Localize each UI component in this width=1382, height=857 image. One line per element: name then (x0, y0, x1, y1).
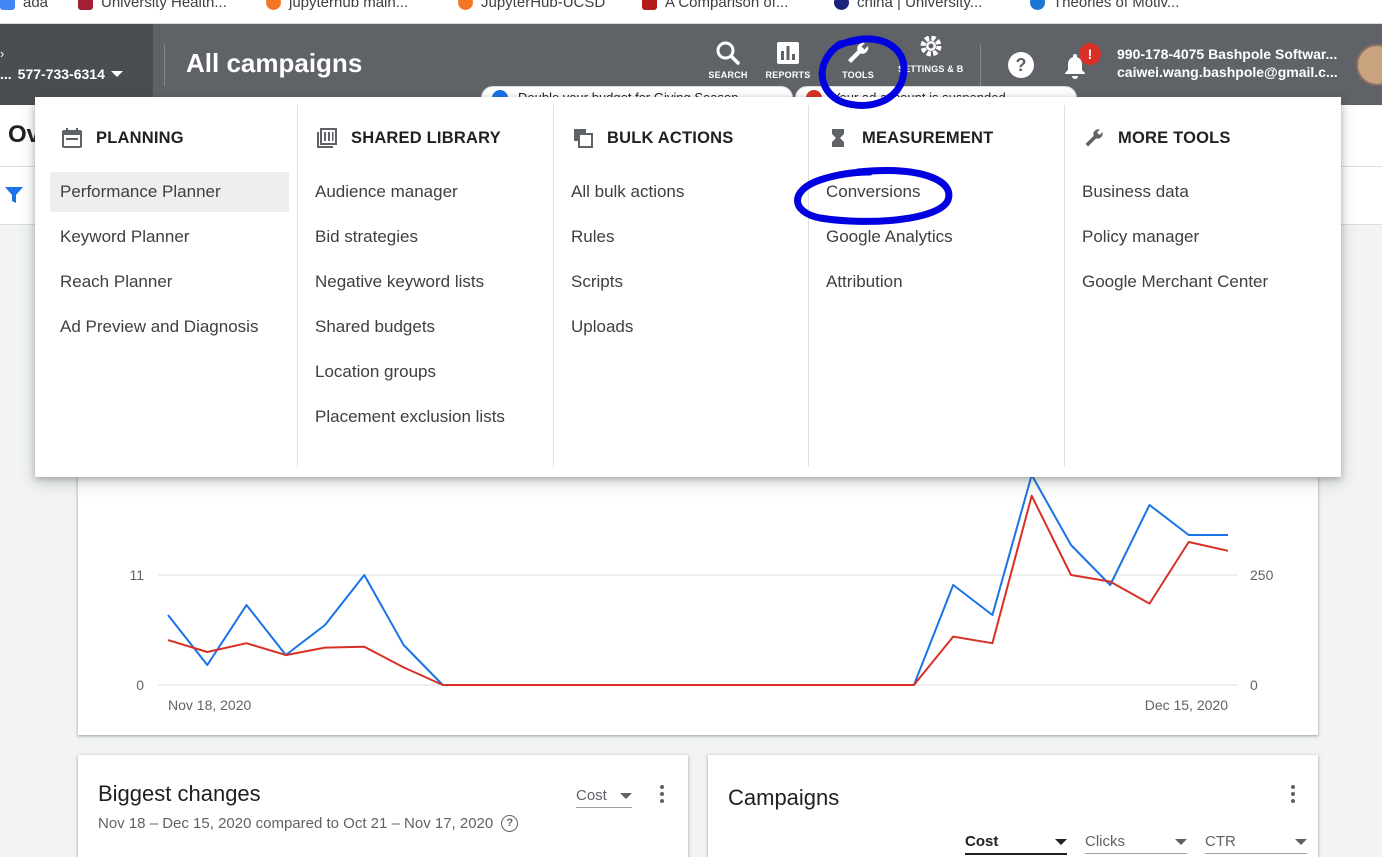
wrench-icon (1085, 129, 1103, 147)
campaigns-title: Campaigns (728, 785, 840, 810)
left-axis-tick-zero: 0 (136, 677, 144, 693)
menu-item-performance-planner[interactable]: Performance Planner (50, 172, 289, 212)
wrench-icon (848, 42, 869, 63)
caret-down-icon (110, 71, 123, 77)
filter-icon[interactable] (4, 185, 24, 205)
chart-series-line-0 (167, 474, 1228, 686)
menu-heading-measurement: MEASUREMENT (827, 127, 993, 149)
menu-item-location-groups[interactable]: Location groups (305, 352, 436, 392)
gear-icon (920, 36, 942, 57)
dropdown-arrow-icon (1295, 838, 1307, 845)
divider (164, 44, 165, 86)
x-axis-start-label: Nov 18, 2020 (168, 697, 251, 713)
menu-item-bid-strategies[interactable]: Bid strategies (305, 217, 418, 257)
menu-heading-bulk-actions: BULK ACTIONS (572, 127, 733, 149)
menu-item-conversions[interactable]: Conversions (816, 172, 921, 212)
calendar-icon (62, 128, 82, 148)
menu-heading-more-tools: MORE TOOLS (1083, 127, 1231, 149)
menu-column-more-tools: MORE TOOLS Business data Policy manager … (1057, 97, 1327, 467)
bar-chart-icon (777, 42, 799, 64)
menu-item-all-bulk-actions[interactable]: All bulk actions (561, 172, 684, 212)
date-range-comparison: Nov 18 – Dec 15, 2020 compared to Oct 21… (98, 815, 519, 832)
menu-item-placement-exclusion-lists[interactable]: Placement exclusion lists (305, 397, 505, 437)
menu-item-ad-preview[interactable]: Ad Preview and Diagnosis (50, 307, 258, 347)
menu-item-attribution[interactable]: Attribution (816, 262, 903, 302)
menu-item-policy-manager[interactable]: Policy manager (1072, 217, 1199, 257)
metric-select-clicks[interactable]: Clicks (1085, 833, 1187, 854)
dropdown-arrow-icon (1055, 838, 1067, 845)
metric-select-cost[interactable]: Cost (965, 833, 1067, 855)
menu-item-rules[interactable]: Rules (561, 217, 614, 257)
help-button[interactable]: ? (1008, 52, 1034, 78)
menu-column-bulk-actions: BULK ACTIONS All bulk actions Rules Scri… (546, 97, 808, 467)
menu-item-shared-budgets[interactable]: Shared budgets (305, 307, 435, 347)
menu-item-google-merchant-center[interactable]: Google Merchant Center (1072, 262, 1268, 302)
bookmark-china-university[interactable]: china | University... (834, 0, 982, 11)
chevron-right-icon: › (0, 46, 5, 61)
c-icon (1030, 0, 1045, 10)
menu-column-planning: PLANNING Performance Planner Keyword Pla… (35, 97, 297, 467)
bookmark-ada[interactable]: ada (0, 0, 48, 11)
globe-icon (834, 0, 849, 10)
menu-heading-planning: PLANNING (61, 127, 184, 149)
help-icon[interactable]: ? (501, 815, 519, 832)
more-options-icon[interactable] (659, 785, 665, 806)
menu-item-scripts[interactable]: Scripts (561, 262, 623, 302)
search-icon (716, 41, 740, 65)
bookmark-university-health[interactable]: University Health... (78, 0, 227, 11)
right-axis-tick-zero: 0 (1250, 677, 1258, 693)
menu-item-keyword-planner[interactable]: Keyword Planner (50, 217, 189, 257)
account-switcher[interactable]: › ... 577-733-6314 (0, 24, 153, 105)
dropdown-arrow-icon (1175, 838, 1187, 845)
right-axis-tick-top: 250 (1250, 567, 1274, 583)
account-id: ... 577-733-6314 (0, 66, 123, 82)
campaign-scope-title: All campaigns (186, 48, 363, 78)
biggest-changes-title: Biggest changes (98, 781, 261, 806)
bookmark-jupyterhub-ucsd[interactable]: JupyterHub-UCSD (458, 0, 605, 11)
menu-item-negative-keyword-lists[interactable]: Negative keyword lists (305, 262, 484, 302)
chart-series-line-1 (167, 494, 1229, 686)
divider (980, 44, 981, 86)
bookmark-jupyterhub-main[interactable]: jupyterhub main... (266, 0, 408, 11)
more-options-icon[interactable] (1290, 785, 1296, 806)
hourglass-icon (832, 129, 844, 147)
campaigns-card: Campaigns Cost Clicks CTR (708, 755, 1318, 857)
drive-icon (0, 0, 15, 10)
x-axis-end-label: Dec 15, 2020 (1145, 697, 1228, 713)
notification-badge: ! (1079, 43, 1101, 65)
bookmarks-bar: ada University Health... jupyterhub main… (0, 0, 1382, 24)
biggest-changes-card: Biggest changes Cost Nov 18 – Dec 15, 20… (78, 755, 688, 857)
menu-item-reach-planner[interactable]: Reach Planner (50, 262, 172, 302)
jupyter-icon (458, 0, 473, 10)
menu-item-business-data[interactable]: Business data (1072, 172, 1189, 212)
metric-select-ctr[interactable]: CTR (1205, 833, 1307, 854)
tools-menu: PLANNING Performance Planner Keyword Pla… (35, 97, 1341, 477)
bookmark-comparison[interactable]: A Comparison of... (642, 0, 788, 11)
metric-select[interactable]: Cost (576, 787, 632, 808)
copy-icon (574, 129, 593, 148)
shield-icon (78, 0, 93, 10)
account-info[interactable]: 990-178-4075 Bashpole Softwar... caiwei.… (1117, 45, 1343, 81)
menu-column-measurement: MEASUREMENT Conversions Google Analytics… (801, 97, 1063, 467)
menu-item-audience-manager[interactable]: Audience manager (305, 172, 458, 212)
jupyter-icon (266, 0, 281, 10)
left-axis-tick-top: 11 (129, 567, 144, 583)
bookmark-theories-of-motivation[interactable]: Theories of Motiv... (1030, 0, 1179, 11)
avatar[interactable] (1356, 44, 1382, 86)
menu-item-google-analytics[interactable]: Google Analytics (816, 217, 953, 257)
book-icon (642, 0, 657, 10)
dropdown-arrow-icon (620, 792, 632, 799)
menu-item-uploads[interactable]: Uploads (561, 307, 633, 347)
menu-heading-shared-library: SHARED LIBRARY (316, 127, 501, 149)
menu-column-shared-library: SHARED LIBRARY Audience manager Bid stra… (290, 97, 552, 467)
library-icon (317, 128, 337, 148)
